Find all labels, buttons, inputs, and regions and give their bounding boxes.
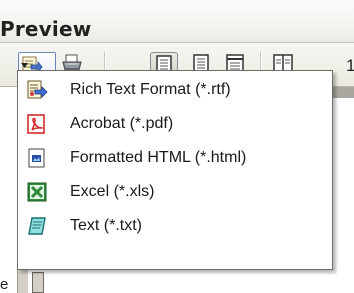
text-file-icon <box>28 217 46 235</box>
chevron-down-icon[interactable] <box>21 63 28 68</box>
title-bar: Preview <box>0 0 354 42</box>
menu-item-label: Excel (*.xls) <box>70 183 155 200</box>
menu-item-label: Formatted HTML (*.html) <box>70 149 247 166</box>
menu-item-label: Acrobat (*.pdf) <box>70 115 174 132</box>
menu-item-html[interactable]: Formatted HTML (*.html) <box>18 143 332 173</box>
window-title: Preview <box>0 17 92 41</box>
excel-icon <box>27 182 47 202</box>
status-text: e <box>0 276 9 293</box>
html-document-icon <box>28 148 45 168</box>
preview-window: Preview 1 e Rich Text Format (*.rtf) Acr… <box>0 0 354 293</box>
status-box <box>32 272 44 293</box>
pdf-icon <box>27 114 45 134</box>
menu-item-label: Text (*.txt) <box>70 217 143 234</box>
menu-item-label: Rich Text Format (*.rtf) <box>70 81 231 98</box>
menu-item-excel[interactable]: Excel (*.xls) <box>18 177 332 207</box>
menu-item-rtf[interactable]: Rich Text Format (*.rtf) <box>18 75 332 105</box>
export-dropdown-menu: Rich Text Format (*.rtf) Acrobat (*.pdf)… <box>17 70 333 270</box>
rtf-document-icon <box>27 80 48 99</box>
menu-item-pdf[interactable]: Acrobat (*.pdf) <box>18 109 332 139</box>
menu-item-text[interactable]: Text (*.txt) <box>18 211 332 241</box>
zoom-field[interactable]: 1 <box>346 56 354 76</box>
